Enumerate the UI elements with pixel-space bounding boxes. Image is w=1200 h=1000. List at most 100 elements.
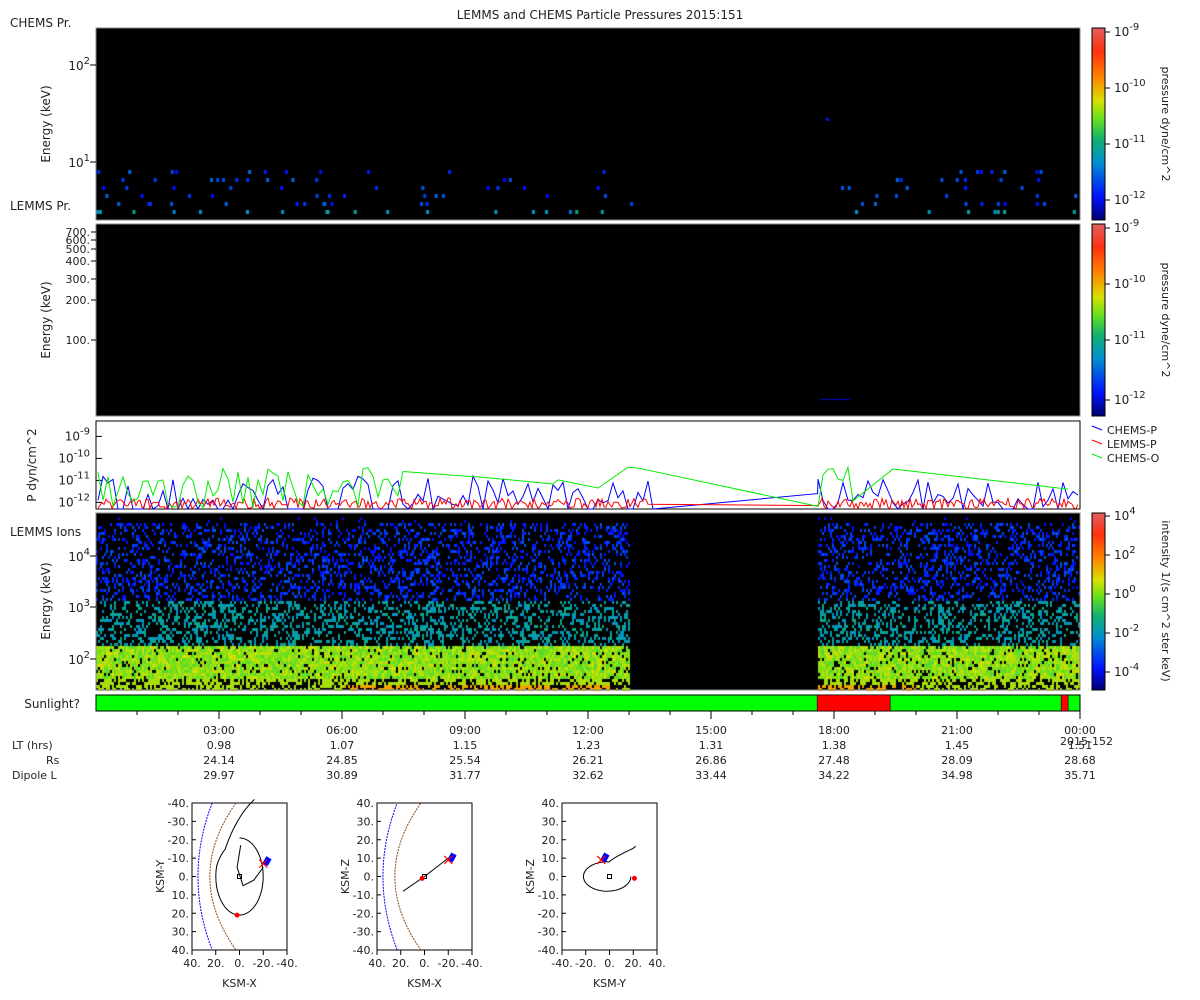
cbar-ions-tick-label: 100 [1114, 584, 1136, 601]
ephemeris-value: 1.51 [1068, 739, 1093, 752]
orbit-ytick-label: 40. [357, 797, 375, 810]
orbit-xtick-label: -40. [461, 957, 482, 970]
orbit-xtick-label: 0. [604, 957, 615, 970]
ylabel-pressure: P dyn/cm^2 [25, 428, 39, 501]
cbar-chems-tick-label: 10-10 [1114, 78, 1146, 95]
panel-label-chems: CHEMS Pr. [10, 16, 71, 30]
orbit-ytick-label: -30. [353, 926, 374, 939]
orbit-xtick-label: 0. [234, 957, 245, 970]
cbar-ions-tick-label: 10-4 [1114, 662, 1139, 679]
ephemeris-value: 35.71 [1064, 769, 1096, 782]
legend-swatch-lemms-p [1091, 439, 1103, 445]
orbit-xtick-label: -40. [276, 957, 297, 970]
orbit-xtick-label: 40. [183, 957, 201, 970]
orbit-ytick-label: -30. [168, 815, 189, 828]
ephemeris-value: 34.22 [818, 769, 850, 782]
pressure-ytick-label: 10-9 [65, 426, 90, 443]
time-tick-label: 06:00 [326, 724, 358, 737]
colorbar-lemms [1091, 223, 1106, 417]
time-tick-label: 00:00 [1064, 724, 1096, 737]
ephemeris-value: 1.45 [945, 739, 970, 752]
ephemeris-value: 30.89 [326, 769, 358, 782]
ephemeris-value: 28.68 [1064, 754, 1096, 767]
ephemeris-value: 26.86 [695, 754, 727, 767]
orbit-ytick-label: -10. [538, 889, 559, 902]
orbit-ytick-label: 10. [172, 889, 190, 902]
orbit-start-marker [234, 912, 240, 918]
orbit-ytick-label: 20. [172, 907, 190, 920]
orbit-ytick-label: 10. [357, 852, 375, 865]
orbit-ytick-label: -40. [353, 944, 374, 957]
orbit-ytick-label: 40. [542, 797, 560, 810]
time-tick-label: 09:00 [449, 724, 481, 737]
ephemeris-value: 32.62 [572, 769, 604, 782]
ephemeris-value: 29.97 [203, 769, 235, 782]
orbit-ytick-label: -20. [168, 834, 189, 847]
cbar-ions-tick-label: 10-2 [1114, 623, 1139, 640]
ions-ytick-label: 104 [68, 547, 90, 564]
orbit-start-marker [419, 875, 425, 881]
lemms-ytick-label: 200. [66, 294, 91, 307]
ephemeris-value: 0.98 [207, 739, 232, 752]
ephemeris-value: 1.23 [576, 739, 601, 752]
orbit-ytick-label: -30. [538, 926, 559, 939]
orbit-ytick-label: -10. [353, 889, 374, 902]
time-tick-label: 15:00 [695, 724, 727, 737]
orbit-start-marker [631, 875, 637, 881]
cbar-lemms-tick-label: 10-11 [1114, 330, 1146, 347]
ephemeris-value: 31.77 [449, 769, 481, 782]
time-tick-label: 18:00 [818, 724, 850, 737]
chems-ytick-label: 101 [68, 153, 90, 170]
cbar-label-lemms: pressure dyne/cm^2 [1159, 263, 1172, 378]
ephemeris-value: 25.54 [449, 754, 481, 767]
cbar-lemms-tick-label: 10-9 [1114, 218, 1139, 235]
ephemeris-row-label: Rs [46, 754, 60, 767]
ephemeris-value: 1.31 [699, 739, 724, 752]
ions-ytick-label: 102 [68, 650, 90, 667]
time-tick-label: 21:00 [941, 724, 973, 737]
orbit-ytick-label: -10. [168, 852, 189, 865]
orbit-ytick-label: -20. [353, 907, 374, 920]
legend-label-chems-o: CHEMS-O [1107, 452, 1160, 465]
orbit-ylabel: KSM-Y [154, 860, 167, 893]
orbit-ylabel: KSM-Z [339, 858, 352, 894]
orbit-ytick-label: 30. [357, 815, 375, 828]
orbit-xtick-label: 40. [648, 957, 666, 970]
orbit-xtick-label: 0. [419, 957, 430, 970]
ephemeris-value: 24.85 [326, 754, 358, 767]
orbit-xtick-label: -20. [575, 957, 596, 970]
time-tick-label: 12:00 [572, 724, 604, 737]
time-tick-label: 03:00 [203, 724, 235, 737]
panel-frame-0 [95, 27, 1081, 221]
cbar-label-chems: pressure dyne/cm^2 [1159, 67, 1172, 182]
orbit-ytick-label: 0. [549, 871, 560, 884]
colorbar-chems [1091, 27, 1106, 221]
orbit-ylabel: KSM-Z [524, 858, 537, 894]
orbit-ytick-label: 10. [542, 852, 560, 865]
orbit-ytick-label: 30. [172, 926, 190, 939]
panel-frame-1 [95, 223, 1081, 417]
orbit-xtick-label: -20. [438, 957, 459, 970]
orbit-xtick-label: 20. [625, 957, 643, 970]
orbit-ytick-label: 20. [542, 834, 560, 847]
ephemeris-value: 1.38 [822, 739, 847, 752]
pressure-ytick-label: 10-10 [58, 448, 90, 465]
orbit-xtick-label: 40. [368, 957, 386, 970]
legend-swatch-chems-p [1091, 425, 1103, 431]
plot-overlay: LEMMS and CHEMS Particle Pressures 2015:… [10, 8, 1172, 990]
orbit-plot-frame [191, 802, 288, 951]
panel-label-lemms: LEMMS Pr. [10, 199, 71, 213]
plot-title: LEMMS and CHEMS Particle Pressures 2015:… [457, 8, 744, 22]
colorbar-ions [1091, 512, 1106, 691]
orbit-ytick-label: 0. [364, 871, 375, 884]
cbar-ions-tick-label: 104 [1114, 506, 1136, 523]
cbar-chems-tick-label: 10-11 [1114, 134, 1146, 151]
plot-figure: LEMMS and CHEMS Particle Pressures 2015:… [0, 0, 1200, 1000]
ephemeris-value: 27.48 [818, 754, 850, 767]
chems-ytick-label: 102 [68, 56, 90, 73]
ions-ytick-label: 103 [68, 598, 90, 615]
orbit-xlabel: KSM-Y [593, 977, 626, 990]
lemms-ytick-label: 100. [66, 334, 91, 347]
ephemeris-value: 28.09 [941, 754, 973, 767]
pressure-ytick-label: 10-11 [58, 470, 90, 487]
